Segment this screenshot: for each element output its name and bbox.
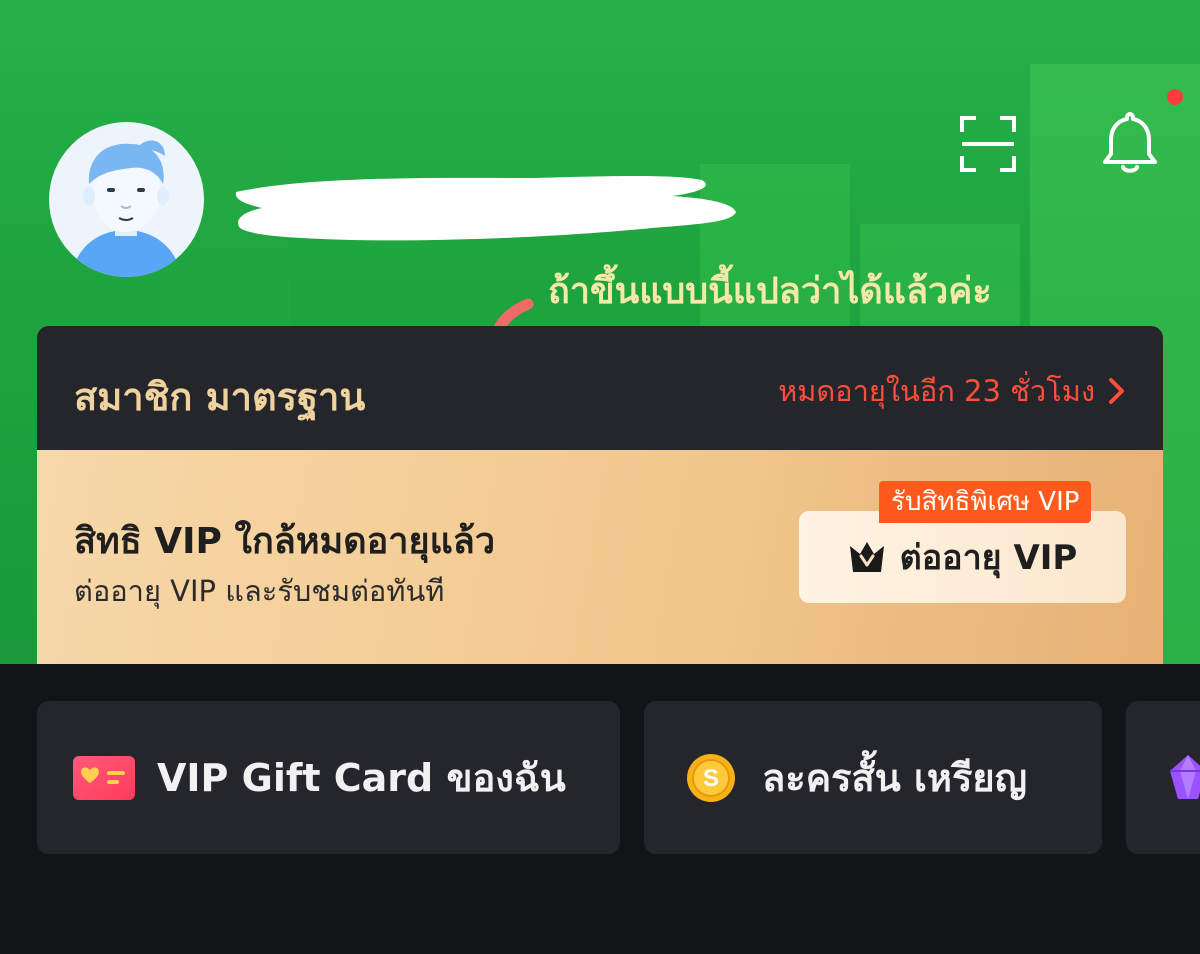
vip-subtitle: ต่ออายุ VIP และรับชมต่อทันที xyxy=(74,574,445,608)
membership-card: สมาชิก มาตรฐาน หมดอายุในอีก 23 ชั่วโมง ส… xyxy=(37,326,1163,664)
short-drama-coins-tile[interactable]: S ละครสั้น เหรียญ xyxy=(644,701,1102,854)
vip-gift-card-tile[interactable]: VIP Gift Card ของฉัน xyxy=(37,701,620,854)
svg-text:S: S xyxy=(703,765,719,792)
coin-icon: S xyxy=(687,753,735,802)
username-redacted xyxy=(235,176,736,241)
scan-icon[interactable] xyxy=(958,114,1018,174)
vip-title: สิทธิ VIP ใกล้หมดอายุแล้ว xyxy=(74,521,496,562)
renew-vip-label: ต่ออายุ VIP xyxy=(899,538,1078,578)
avatar[interactable] xyxy=(49,122,204,277)
expiry-link[interactable]: หมดอายุในอีก 23 ชั่วโมง xyxy=(778,368,1127,414)
gift-card-icon xyxy=(73,755,135,800)
diamond-tile[interactable] xyxy=(1126,701,1200,854)
membership-header: สมาชิก มาตรฐาน หมดอายุในอีก 23 ชั่วโมง xyxy=(37,326,1163,450)
gem-icon xyxy=(1170,754,1200,799)
bell-icon[interactable] xyxy=(1102,110,1158,176)
avatar-illustration xyxy=(71,140,182,277)
short-drama-coins-label: ละครสั้น เหรียญ xyxy=(762,756,1028,800)
expiry-text: หมดอายุในอีก 23 ชั่วโมง xyxy=(778,374,1095,408)
membership-title: สมาชิก มาตรฐาน xyxy=(74,375,366,419)
vip-expiry-panel: สิทธิ VIP ใกล้หมดอายุแล้ว ต่ออายุ VIP แล… xyxy=(37,450,1163,664)
renew-vip-button[interactable]: ต่ออายุ VIP xyxy=(799,511,1126,603)
crown-icon xyxy=(849,542,884,572)
notification-dot xyxy=(1167,89,1183,105)
chevron-right-icon xyxy=(1109,378,1124,404)
vip-gift-card-label: VIP Gift Card ของฉัน xyxy=(157,756,566,800)
vip-promo-badge: รับสิทธิพิเศษ VIP xyxy=(879,481,1092,523)
